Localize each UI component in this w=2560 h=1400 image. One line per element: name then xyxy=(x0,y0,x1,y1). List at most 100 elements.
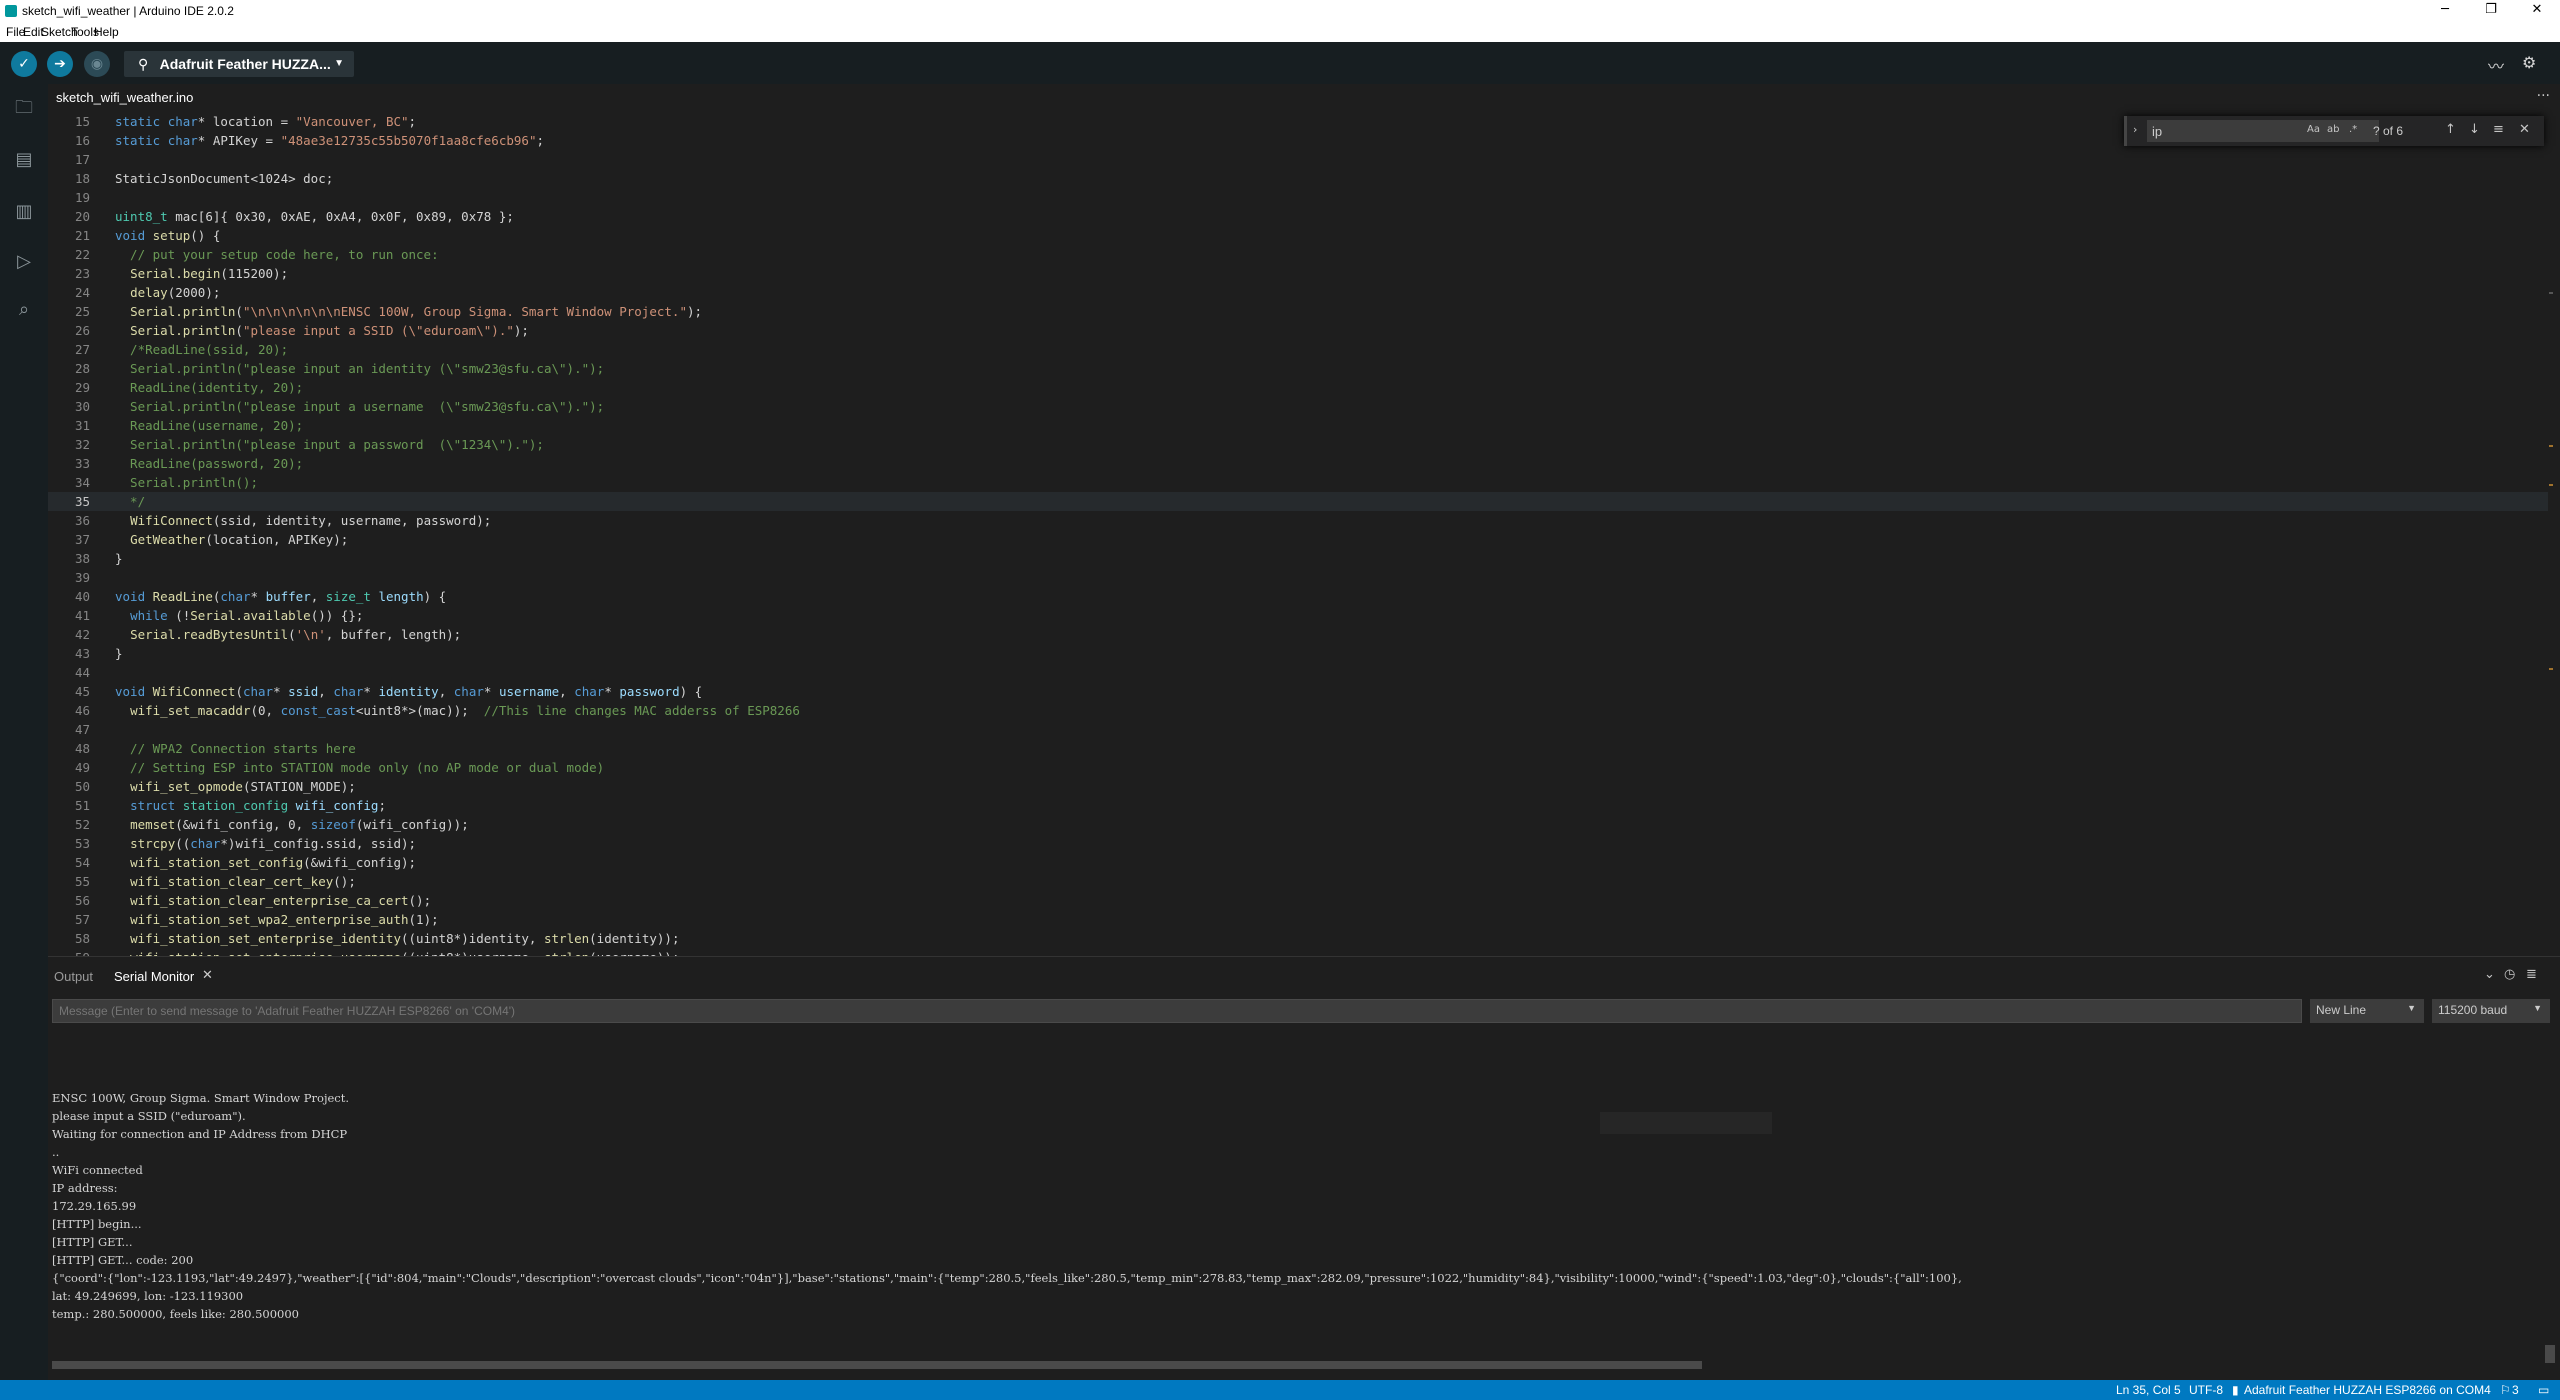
code-line[interactable]: 50 wifi_set_opmode(STATION_MODE); xyxy=(48,777,2548,796)
clear-output-icon[interactable]: ≣ xyxy=(2526,967,2537,982)
close-window-button[interactable]: ✕ xyxy=(2514,0,2560,22)
status-bar: Ln 35, Col 5 UTF-8 ▮ Adafruit Feather HU… xyxy=(0,1380,2560,1400)
code-line[interactable]: 53 strcpy((char*)wifi_config.ssid, ssid)… xyxy=(48,834,2548,853)
regex-icon[interactable]: .* xyxy=(2349,124,2357,135)
code-editor[interactable]: 15 static char* location = "Vancouver, BC… xyxy=(48,112,2560,956)
library-manager-icon[interactable]: ▥ xyxy=(12,200,36,224)
code-line[interactable]: 19 xyxy=(48,188,2548,207)
chevron-right-icon[interactable]: › xyxy=(2133,123,2137,136)
serial-output[interactable]: ENSC 100W, Group Sigma. Smart Window Pro… xyxy=(52,1071,2542,1321)
arrow-up-icon[interactable]: ↑ xyxy=(2445,122,2456,137)
code-line[interactable]: 38} xyxy=(48,549,2548,568)
code-line[interactable]: 36 WifiConnect(ssid, identity, username,… xyxy=(48,511,2548,530)
chevron-down-icon[interactable]: ⌄ xyxy=(2484,967,2495,982)
code-token: "48ae3e12735c55b5070f1aa8cfe6cb96" xyxy=(280,133,537,148)
code-line[interactable]: 48 // WPA2 Connection starts here xyxy=(48,739,2548,758)
code-token: * xyxy=(363,684,379,699)
cursor-position[interactable]: Ln 35, Col 5 xyxy=(2116,1383,2181,1397)
code-token: length xyxy=(378,589,424,604)
close-icon[interactable]: ✕ xyxy=(202,968,213,983)
code-line[interactable]: 26 Serial.println("please input a SSID (… xyxy=(48,321,2548,340)
upload-button[interactable]: ➔ xyxy=(47,51,73,77)
close-icon[interactable]: ✕ xyxy=(2519,122,2530,137)
code-line[interactable]: 27 /*ReadLine(ssid, 20); xyxy=(48,340,2548,359)
vertical-scrollbar[interactable] xyxy=(2545,1345,2555,1363)
code-token: (location, APIKey); xyxy=(205,532,349,547)
code-line[interactable]: 51 struct station_config wifi_config; xyxy=(48,796,2548,815)
code-line[interactable]: 34 Serial.println(); xyxy=(48,473,2548,492)
serial-monitor-button[interactable]: ⚙ xyxy=(2522,53,2536,72)
code-line[interactable]: 44 xyxy=(48,663,2548,682)
debug-button[interactable]: ◉ xyxy=(84,51,110,77)
serial-output-line: IP address: xyxy=(52,1181,118,1195)
layout-icon[interactable]: ▭ xyxy=(2538,1383,2549,1397)
code-line[interactable]: 40 void ReadLine(char* buffer, size_t len… xyxy=(48,587,2548,606)
code-line[interactable]: 25 Serial.println("\n\n\n\n\n\nENSC 100W… xyxy=(48,302,2548,321)
code-line[interactable]: 52 memset(&wifi_config, 0, sizeof(wifi_c… xyxy=(48,815,2548,834)
line-ending-select[interactable]: New Line ▼ xyxy=(2310,999,2424,1023)
code-line[interactable]: 28 Serial.println("please input an ident… xyxy=(48,359,2548,378)
code-line[interactable]: 37 GetWeather(location, APIKey); xyxy=(48,530,2548,549)
code-line[interactable]: 47 xyxy=(48,720,2548,739)
baud-rate-select[interactable]: 115200 baud ▼ xyxy=(2432,999,2550,1023)
menu-help[interactable]: Help xyxy=(94,25,119,39)
code-token: wifi_station_set_config xyxy=(130,855,304,870)
maximize-button[interactable]: ❐ xyxy=(2468,0,2514,22)
whole-word-icon[interactable]: ab xyxy=(2327,124,2339,135)
code-token: char xyxy=(220,589,251,604)
code-line[interactable]: 43} xyxy=(48,644,2548,663)
search-icon[interactable]: ⌕ xyxy=(12,298,36,322)
tab-sketch-file[interactable]: sketch_wifi_weather.ino xyxy=(56,90,193,105)
more-icon[interactable]: ··· xyxy=(2537,88,2550,104)
board-port[interactable]: Adafruit Feather HUZZAH ESP8266 on COM4 xyxy=(2244,1383,2491,1397)
find-in-selection-icon[interactable]: ≡ xyxy=(2493,122,2504,137)
code-line[interactable]: 20 uint8_t mac[6]{ 0x30, 0xAE, 0xA4, 0x0F… xyxy=(48,207,2548,226)
code-line[interactable]: 21 void setup() { xyxy=(48,226,2548,245)
line-number: 20 xyxy=(74,209,90,224)
code-line[interactable]: 18 StaticJsonDocument<1024> doc; xyxy=(48,169,2548,188)
code-line[interactable]: 30 Serial.println("please input a userna… xyxy=(48,397,2548,416)
code-line[interactable]: 32 Serial.println("please input a passwo… xyxy=(48,435,2548,454)
arrow-down-icon[interactable]: ↓ xyxy=(2469,122,2480,137)
code-line[interactable]: 23 Serial.begin(115200); xyxy=(48,264,2548,283)
code-line[interactable]: 39 xyxy=(48,568,2548,587)
code-line[interactable]: 59 wifi_station_set_enterprise_username(… xyxy=(48,948,2548,956)
folder-icon[interactable]: 🗀 xyxy=(12,96,36,120)
code-line[interactable]: 29 ReadLine(identity, 20); xyxy=(48,378,2548,397)
code-line[interactable]: 31 ReadLine(username, 20); xyxy=(48,416,2548,435)
match-case-icon[interactable]: Aa xyxy=(2307,124,2320,135)
code-line[interactable]: 49 // Setting ESP into STATION mode only… xyxy=(48,758,2548,777)
code-line[interactable]: 41 while (!Serial.available()) {}; xyxy=(48,606,2548,625)
board-selector[interactable]: ⚲ Adafruit Feather HUZZA... ▼ xyxy=(124,51,354,77)
timestamp-icon[interactable]: ◷ xyxy=(2504,967,2515,982)
code-line[interactable]: 58 wifi_station_set_enterprise_identity(… xyxy=(48,929,2548,948)
minimize-button[interactable]: ─ xyxy=(2422,0,2468,22)
code-line[interactable]: 45 void WifiConnect(char* ssid, char* ide… xyxy=(48,682,2548,701)
code-line[interactable]: 22 // put your setup code here, to run o… xyxy=(48,245,2548,264)
code-line[interactable]: 56 wifi_station_clear_enterprise_ca_cert… xyxy=(48,891,2548,910)
code-line[interactable]: 54 wifi_station_set_config(&wifi_config)… xyxy=(48,853,2548,872)
boards-manager-icon[interactable]: ▤ xyxy=(12,148,36,172)
code-line[interactable]: 55 wifi_station_clear_cert_key(); xyxy=(48,872,2548,891)
code-line[interactable]: 33 ReadLine(password, 20); xyxy=(48,454,2548,473)
encoding[interactable]: UTF-8 xyxy=(2189,1383,2223,1397)
debug-icon[interactable]: ▷ xyxy=(12,250,36,274)
tab-output[interactable]: Output xyxy=(54,969,93,984)
code-line[interactable]: 35 */ xyxy=(48,492,2548,511)
serial-plotter-button[interactable]: 〰 xyxy=(2488,53,2504,77)
verify-button[interactable]: ✓ xyxy=(11,51,37,77)
horizontal-scrollbar[interactable] xyxy=(52,1361,1702,1369)
code-line[interactable]: 42 Serial.readBytesUntil('\n', buffer, l… xyxy=(48,625,2548,644)
code-line[interactable]: 24 delay(2000); xyxy=(48,283,2548,302)
tab-serial-monitor[interactable]: Serial Monitor xyxy=(114,969,194,984)
notifications-icon[interactable]: ⚐ xyxy=(2500,1383,2511,1397)
find-input[interactable] xyxy=(2147,120,2379,142)
code-line[interactable]: 17 xyxy=(48,150,2548,169)
serial-message-input[interactable] xyxy=(52,999,2302,1023)
code-line[interactable]: 46 wifi_set_macaddr(0, const_cast<uint8*… xyxy=(48,701,2548,720)
code-line[interactable]: 57 wifi_station_set_wpa2_enterprise_auth… xyxy=(48,910,2548,929)
line-number: 52 xyxy=(74,817,90,832)
